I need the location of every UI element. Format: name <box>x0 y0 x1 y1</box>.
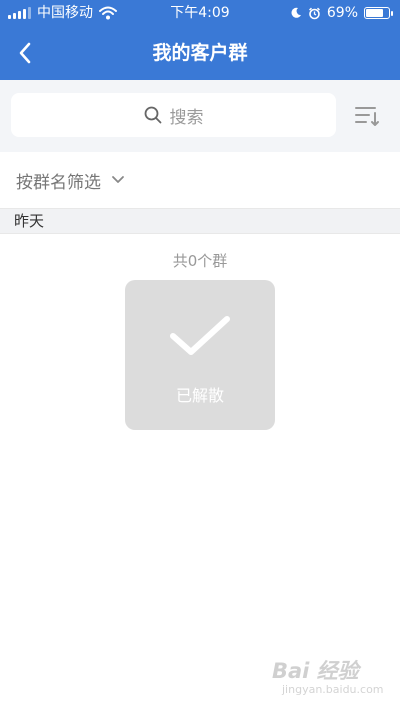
chevron-left-icon <box>19 42 31 64</box>
section-header: 昨天 <box>0 208 400 234</box>
search-input[interactable]: 搜索 <box>11 93 336 137</box>
search-area: 搜索 <box>0 80 400 152</box>
status-right: 69% <box>290 0 393 26</box>
watermark-url: jingyan.baidu.com <box>282 683 384 696</box>
chevron-down-icon <box>112 176 124 183</box>
sort-icon <box>355 107 379 126</box>
status-bar: 中国移动 下午4:09 69% <box>0 0 400 26</box>
screen: 中国移动 下午4:09 69% 我的客户群 搜索 按群名筛选 昨天 共0个群 已… <box>0 0 400 710</box>
battery-fill <box>366 9 383 17</box>
header-bar: 中国移动 下午4:09 69% 我的客户群 <box>0 0 400 80</box>
sort-button[interactable] <box>353 101 383 131</box>
filter-label: 按群名筛选 <box>16 172 101 193</box>
battery-icon <box>364 7 393 19</box>
check-icon <box>170 316 230 355</box>
nav-bar: 我的客户群 <box>0 26 400 80</box>
group-count: 共0个群 <box>172 252 228 270</box>
dissolved-label: 已解散 <box>175 386 224 405</box>
search-placeholder: 搜索 <box>169 107 204 128</box>
watermark: Bai 经验 jingyan.baidu.com <box>272 655 384 700</box>
page-title: 我的客户群 <box>152 42 248 64</box>
dissolved-card: 已解散 <box>125 280 275 430</box>
search-icon <box>144 106 161 124</box>
filter-bar: 按群名筛选 <box>0 152 400 208</box>
battery-percent: 69% <box>326 5 358 21</box>
alarm-icon <box>308 7 320 19</box>
filter-by-group-name[interactable]: 按群名筛选 <box>16 152 125 208</box>
watermark-brand: Bai 经验 <box>272 659 359 683</box>
moon-icon <box>291 7 301 18</box>
back-button[interactable] <box>10 38 40 68</box>
section-title: 昨天 <box>14 212 45 230</box>
